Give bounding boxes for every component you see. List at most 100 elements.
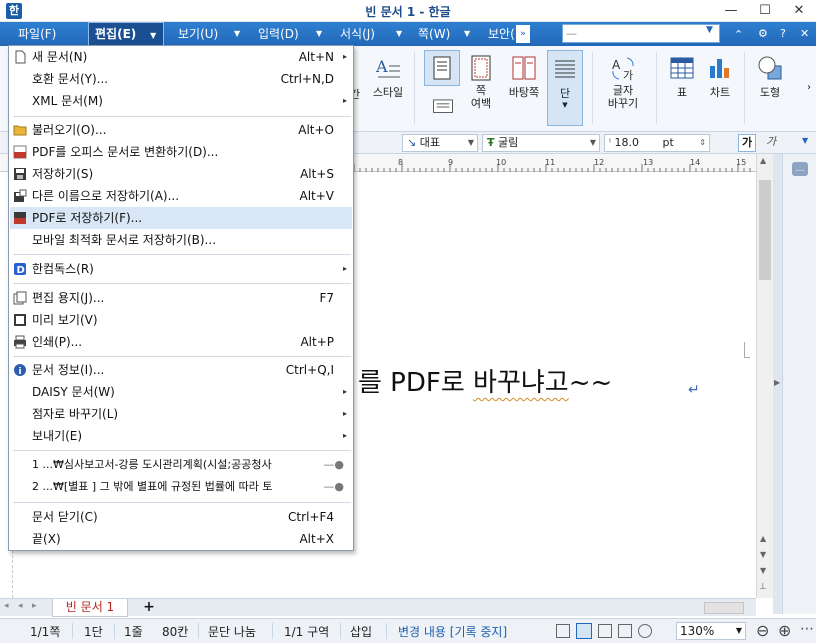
menu-page[interactable]: 쪽(W) xyxy=(412,22,456,46)
columns-button[interactable]: 단 ▼ xyxy=(547,50,583,126)
menu-item-page-setup[interactable]: 편집 용지(J)... F7 xyxy=(10,287,352,309)
tab-first-icon[interactable]: ◂ xyxy=(4,601,9,611)
collapse-ribbon-icon[interactable]: ⌃ xyxy=(734,28,743,41)
ruler-number: 10 xyxy=(496,158,507,167)
menu-item-braille[interactable]: 점자로 바꾸기(L) ▸ xyxy=(10,403,352,425)
side-panel-splitter[interactable]: ▶ xyxy=(773,154,782,614)
document-text-tail: ~~ xyxy=(568,368,613,398)
gear-icon[interactable]: ⚙ xyxy=(758,27,768,40)
menu-item-xml-doc[interactable]: XML 문서(M) ▸ xyxy=(10,90,352,112)
info-icon: i xyxy=(14,364,26,377)
shape-button[interactable]: 도형 xyxy=(750,54,790,100)
chevron-down-icon[interactable]: ▼ xyxy=(396,22,402,46)
help-icon[interactable]: ? xyxy=(780,27,786,40)
chevron-down-icon[interactable]: ▼ xyxy=(316,22,322,46)
menu-item-open[interactable]: 불러오기(O)... Alt+O xyxy=(10,119,352,141)
style-combo[interactable]: ↘ 대표 ▼ xyxy=(402,134,478,152)
tab-prev-icon[interactable]: ◂ xyxy=(18,601,23,611)
italic-button[interactable]: 가 xyxy=(762,134,780,152)
menu-item-pdf-convert[interactable]: PDF를 오피스 문서로 변환하기(D)... xyxy=(10,141,352,163)
menu-item-save-pdf[interactable]: PDF로 저장하기(F)... xyxy=(10,207,352,229)
chevron-down-icon[interactable]: ▼ xyxy=(802,136,808,145)
search-input[interactable]: — xyxy=(562,24,720,43)
more-options-icon[interactable]: ⋯ xyxy=(800,621,814,637)
menu-item-daisy[interactable]: DAISY 문서(W) ▸ xyxy=(10,381,352,403)
menu-item-exit[interactable]: 끝(X) Alt+X xyxy=(10,528,352,550)
menu-format[interactable]: 서식(J) xyxy=(334,22,381,46)
chevron-down-icon[interactable]: ▼ xyxy=(464,22,470,46)
pin-icon[interactable]: —● xyxy=(323,454,344,476)
vertical-scrollbar[interactable]: ▲ ▲ ▼ ▼ ⊥ xyxy=(756,154,773,598)
comment-icon[interactable]: … xyxy=(792,162,808,176)
menu-item-compat-doc[interactable]: 호환 문서(Y)... Ctrl+N,D xyxy=(10,68,352,90)
scroll-page-down-icon[interactable]: ▼ xyxy=(760,566,766,575)
table-button[interactable]: 표 xyxy=(664,54,700,100)
zoom-in-icon[interactable]: ⊕ xyxy=(778,621,791,640)
scroll-page-up-icon[interactable]: ▲ xyxy=(760,534,766,543)
status-page[interactable]: 1/1쪽 xyxy=(30,623,60,640)
maximize-button[interactable]: ☐ xyxy=(748,0,782,22)
menu-item-recent-1[interactable]: 1 ...₩심사보고서-강릉 도시관리계획(시설;공공청사 —● xyxy=(10,454,352,476)
close-button[interactable]: ✕ xyxy=(782,0,816,22)
style-icon: A xyxy=(375,57,400,78)
menu-file[interactable]: 파일(F) xyxy=(12,22,62,46)
expand-side-panel-icon[interactable]: ▶ xyxy=(774,378,780,387)
menu-item-send[interactable]: 보내기(E) ▸ xyxy=(10,425,352,447)
menu-item-save-as[interactable]: 다른 이름으로 저장하기(A)... Alt+V xyxy=(10,185,352,207)
scrollbar-thumb[interactable] xyxy=(759,180,771,280)
status-track-changes[interactable]: 변경 내용 [기록 중지] xyxy=(398,623,507,640)
chevron-down-icon[interactable]: ▼ xyxy=(706,25,713,35)
menu-item-preview[interactable]: 미리 보기(V) xyxy=(10,309,352,331)
chart-label: 차트 xyxy=(709,86,731,99)
ribbon-expand-icon[interactable]: › xyxy=(804,82,814,93)
menu-item-mobile-save[interactable]: 모바일 최적화 문서로 저장하기(B)... xyxy=(10,229,352,251)
add-tab-button[interactable]: + xyxy=(134,599,164,617)
menu-edit[interactable]: 편집(E) ▼ xyxy=(88,22,164,46)
master-page-button[interactable]: 바탕쪽 xyxy=(504,54,544,100)
menu-item-new-doc[interactable]: 새 문서(N) Alt+N ▸ xyxy=(10,46,352,68)
svg-text:A: A xyxy=(375,57,388,76)
chevron-down-icon: ▼ xyxy=(589,138,596,147)
menu-input[interactable]: 입력(D) xyxy=(252,22,305,46)
menu-view[interactable]: 보기(U) xyxy=(172,22,224,46)
menu-item-doc-info[interactable]: i 문서 정보(I)... Ctrl+Q,I xyxy=(10,359,352,381)
menu-item-print[interactable]: 인쇄(P)... Alt+P xyxy=(10,331,352,353)
page-margin-icon xyxy=(471,55,491,81)
style-combo-icon: ↘ xyxy=(407,136,417,149)
view-page-icon[interactable] xyxy=(576,623,592,639)
tab-document-1[interactable]: 빈 문서 1 xyxy=(52,599,128,617)
zoom-combo[interactable]: 130% ▼ xyxy=(676,622,746,640)
pin-icon[interactable]: —● xyxy=(323,476,344,498)
more-menus-icon[interactable]: » xyxy=(516,25,530,43)
scroll-bottom-icon[interactable]: ⊥ xyxy=(759,582,767,592)
status-paragraph: 문단 나눔 xyxy=(208,625,256,639)
menu-item-hancom-docs[interactable]: D 한컴독스(R) ▸ xyxy=(10,258,352,280)
bold-button[interactable]: 가 xyxy=(738,134,756,152)
menu-item-save[interactable]: 저장하기(S) Alt+S xyxy=(10,163,352,185)
view-multi-icon[interactable] xyxy=(618,624,632,638)
page-margin-button[interactable]: 쪽 여백 xyxy=(464,54,498,110)
scroll-down-icon[interactable]: ▼ xyxy=(760,550,766,559)
horizontal-scrollbar[interactable] xyxy=(704,602,744,614)
chart-button[interactable]: 차트 xyxy=(702,54,738,100)
font-combo[interactable]: Ŧ 굴림 ▼ xyxy=(482,134,600,152)
char-replace-button[interactable]: A가 글자 바꾸기 xyxy=(598,54,648,110)
menu-item-close-doc[interactable]: 문서 닫기(C) Ctrl+F4 xyxy=(10,506,352,528)
page-layout-button[interactable] xyxy=(424,50,460,86)
zoom-fit-icon[interactable] xyxy=(638,624,652,638)
view-fullpage-icon[interactable] xyxy=(556,624,570,638)
page-orient-button[interactable] xyxy=(428,96,458,120)
scroll-up-icon[interactable]: ▲ xyxy=(760,156,766,165)
menu-item-recent-2[interactable]: 2 ...₩[별표 ] 그 밖에 별표에 규정된 법률에 따라 토 —● xyxy=(10,476,352,498)
style-button[interactable]: A 스타일 xyxy=(366,54,410,100)
chevron-down-icon[interactable]: ▼ xyxy=(234,22,240,46)
document-text[interactable]: 를 PDF로 바꾸냐고~~ xyxy=(358,362,612,399)
view-width-icon[interactable] xyxy=(598,624,612,638)
status-insert-mode[interactable]: 삽입 xyxy=(350,623,372,640)
tab-next-icon[interactable]: ▸ xyxy=(32,601,37,611)
minimize-button[interactable]: — xyxy=(714,0,748,22)
zoom-out-icon[interactable]: ⊖ xyxy=(756,621,769,640)
font-size-combo[interactable]: ⁱ 18.0 pt ⇕ xyxy=(604,134,710,152)
menu-security[interactable]: 보안( xyxy=(482,22,521,46)
close-doc-icon[interactable]: ✕ xyxy=(800,27,809,40)
